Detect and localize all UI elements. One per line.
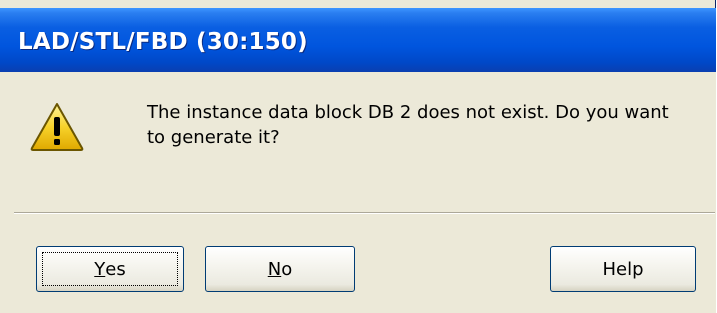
window-title: LAD/STL/FBD (30:150): [18, 29, 308, 55]
help-button-label: Help: [602, 258, 644, 280]
yes-button[interactable]: Yes: [36, 246, 184, 292]
help-button[interactable]: Help: [550, 246, 696, 292]
no-button[interactable]: No: [205, 246, 355, 292]
no-button-label: o: [281, 258, 293, 280]
dialog-message: The instance data block DB 2 does not ex…: [147, 102, 669, 148]
title-bar[interactable]: LAD/STL/FBD (30:150): [0, 8, 716, 72]
no-button-mnemonic: N: [267, 258, 282, 280]
dialog-body: The instance data block DB 2 does not ex…: [0, 72, 716, 313]
focus-rectangle: [42, 252, 178, 286]
warning-icon: [30, 103, 84, 151]
divider: [14, 212, 715, 214]
dialog-window: LAD/STL/FBD (30:150) The instance data b…: [0, 0, 716, 313]
